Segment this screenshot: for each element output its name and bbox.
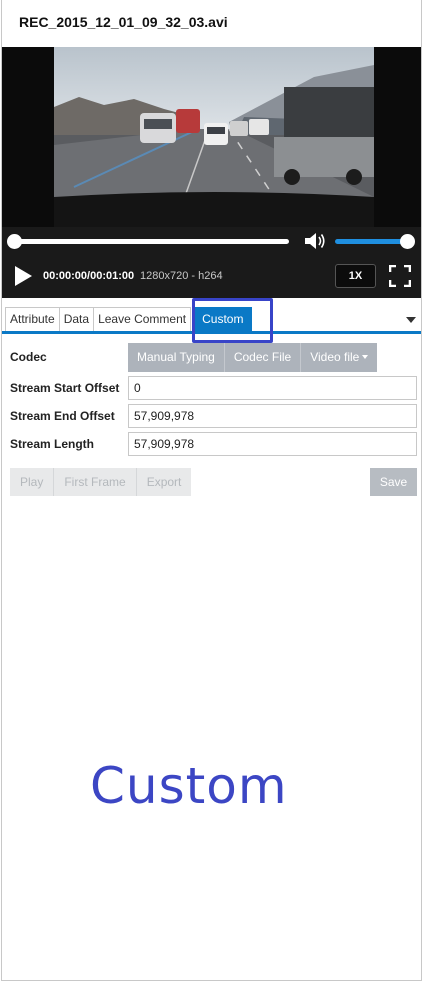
tab-data[interactable]: Data	[58, 307, 95, 331]
video-frame[interactable]	[54, 47, 374, 227]
seek-handle[interactable]	[7, 234, 22, 249]
codec-button-group: Manual Typing Codec File Video file	[128, 343, 378, 372]
caret-down-icon	[362, 355, 369, 359]
tab-attribute[interactable]: Attribute	[5, 307, 60, 331]
export-button[interactable]: Export	[136, 468, 192, 496]
annotation-label: Custom	[90, 757, 288, 815]
tab-menu-caret-icon[interactable]	[406, 317, 416, 323]
resolution-info: 1280x720 - h264	[140, 270, 223, 282]
codec-file-button[interactable]: Codec File	[224, 343, 302, 372]
volume-icon[interactable]	[303, 232, 327, 250]
stream-start-offset-field[interactable]: 0	[128, 376, 417, 400]
play-icon[interactable]	[12, 265, 34, 287]
stream-end-offset-field[interactable]: 57,909,978	[128, 404, 417, 428]
stream-length-label: Stream Length	[10, 437, 95, 451]
stream-end-offset-label: Stream End Offset	[10, 409, 115, 423]
file-title: REC_2015_12_01_09_32_03.avi	[19, 14, 228, 30]
seek-row	[2, 227, 421, 255]
codec-label: Codec	[10, 350, 47, 364]
play-button[interactable]: Play	[10, 468, 55, 496]
stream-length-field[interactable]: 57,909,978	[128, 432, 417, 456]
video-file-label: Video file	[310, 350, 360, 364]
playback-speed-button[interactable]: 1X	[335, 264, 376, 288]
control-bar: 00:00:00/00:01:00 1280x720 - h264 1X	[2, 255, 421, 298]
fullscreen-icon[interactable]	[389, 265, 411, 287]
annotation-box	[192, 298, 273, 343]
video-file-dropdown[interactable]: Video file	[301, 343, 378, 372]
save-button[interactable]: Save	[370, 468, 417, 496]
manual-typing-button[interactable]: Manual Typing	[128, 343, 225, 372]
action-button-group: Play First Frame Export	[10, 468, 192, 496]
stream-start-offset-label: Stream Start Offset	[10, 381, 120, 395]
volume-slider[interactable]	[335, 239, 409, 244]
video-player: 00:00:00/00:01:00 1280x720 - h264 1X	[2, 47, 421, 298]
timecode: 00:00:00/00:01:00	[43, 270, 135, 282]
first-frame-button[interactable]: First Frame	[54, 468, 137, 496]
volume-handle[interactable]	[400, 234, 415, 249]
seek-bar[interactable]	[11, 239, 289, 244]
tab-leave-comment[interactable]: Leave Comment	[93, 307, 192, 331]
